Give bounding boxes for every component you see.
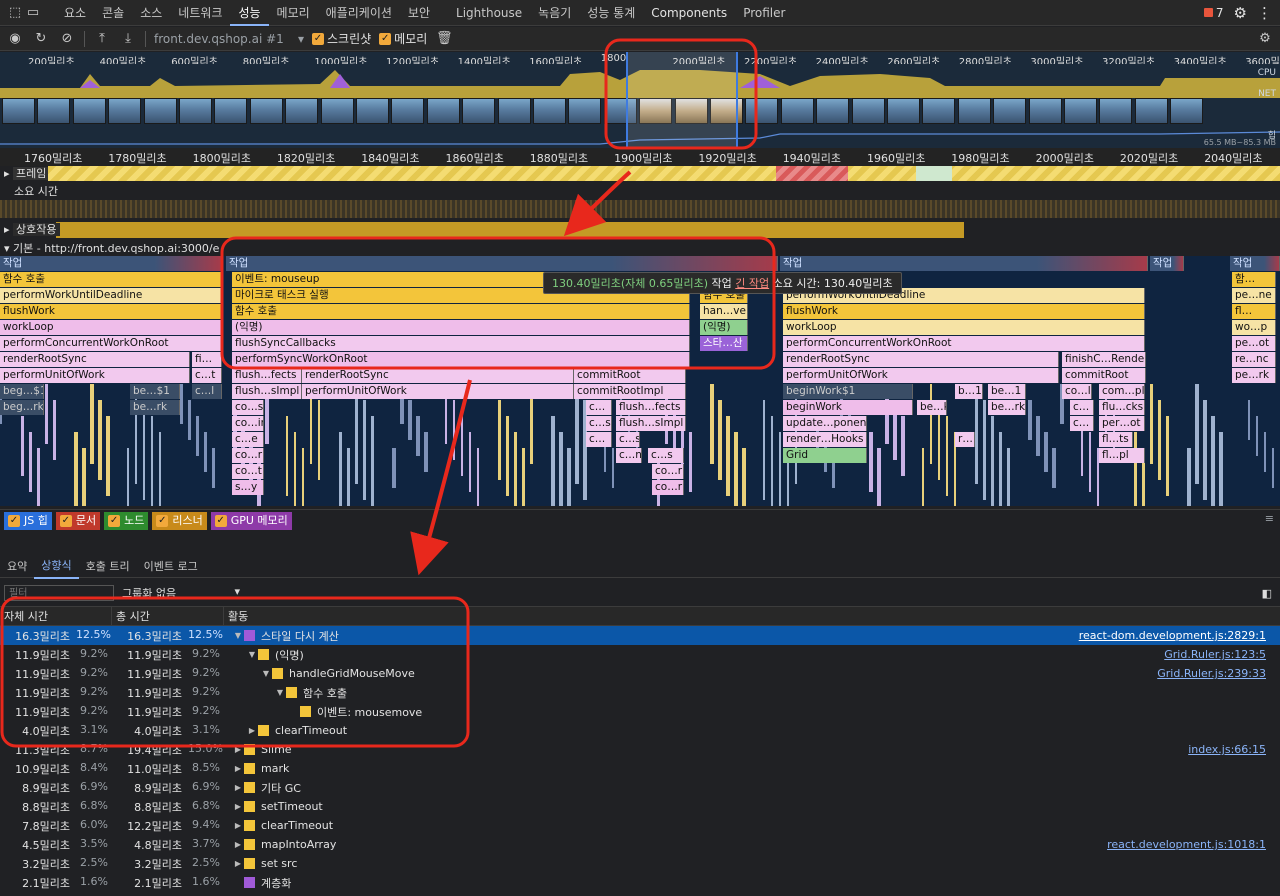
devtools-window: ⬚ ▭ 요소 콘솔 소스 네트워크 성능 메모리 애플리케이션 보안 Lighthouse 녹음기… — [0, 0, 1280, 896]
annotation-box-table — [0, 596, 470, 748]
annotation-box-overview — [604, 38, 758, 150]
annotation-arrow-2 — [410, 379, 472, 576]
interactions-track-header[interactable]: ▸ 상호작용 — [0, 222, 60, 238]
annotation-overlay — [0, 38, 776, 748]
annotation-arrow-1 — [563, 170, 632, 237]
annotation-box-flame — [220, 236, 776, 370]
triangle-right-icon: ▸ — [4, 223, 14, 236]
